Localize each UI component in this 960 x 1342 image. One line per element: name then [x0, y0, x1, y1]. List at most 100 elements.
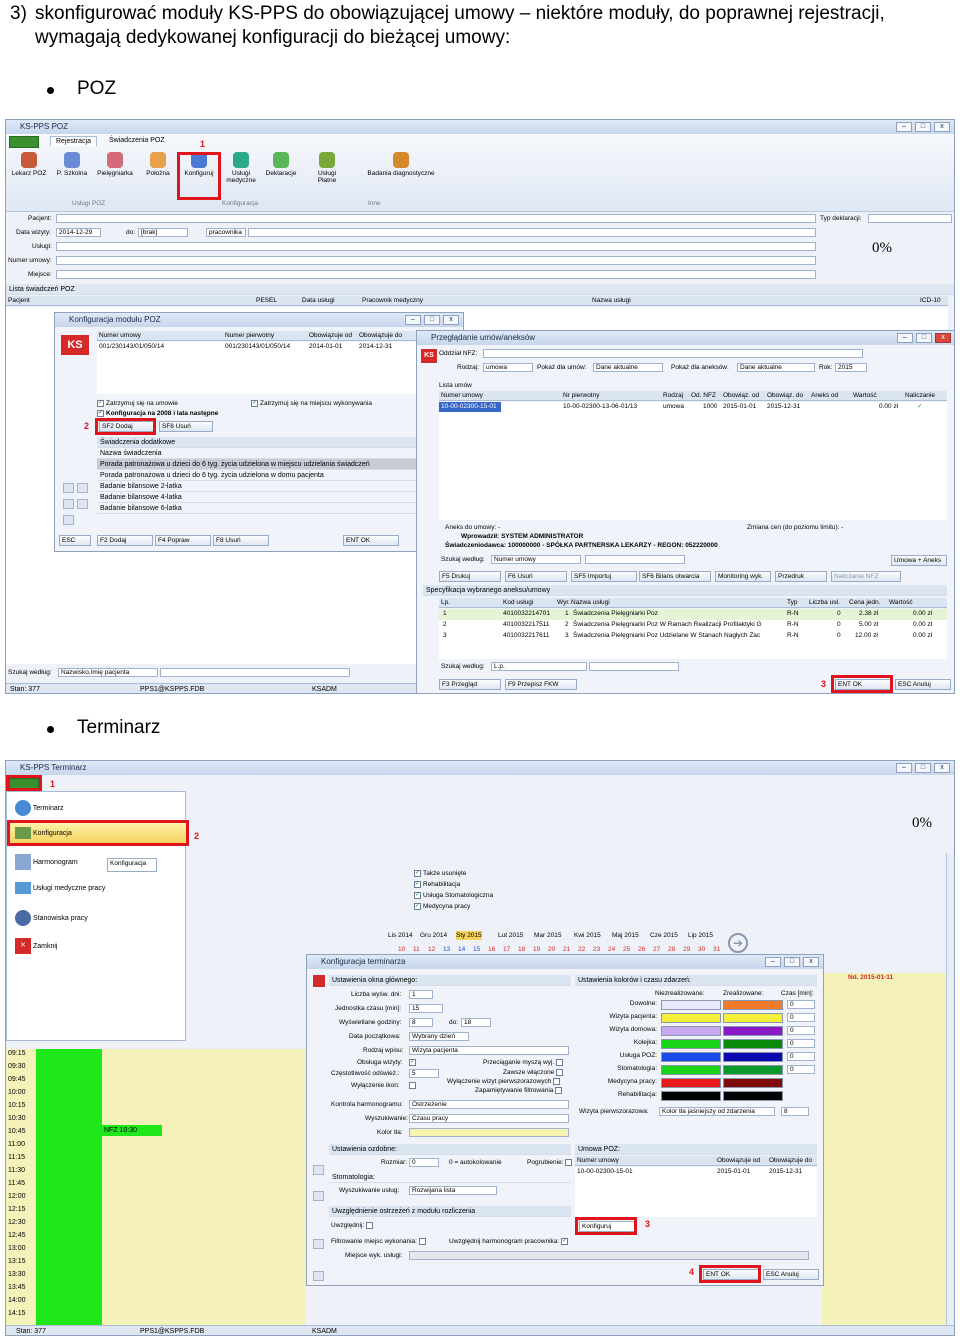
tab-rejestracja[interactable]: Rejestracja [50, 136, 98, 146]
f4-edit-button[interactable]: F4 Popraw [155, 535, 211, 546]
color-swatch-realized[interactable] [723, 1000, 783, 1010]
search-by-select[interactable]: Nazwisko,Imię pacjenta [58, 668, 158, 677]
pokaz-umow-select[interactable]: Dane aktualne [593, 363, 663, 372]
help-icon[interactable] [77, 499, 88, 509]
day-cell[interactable]: 24 [608, 945, 615, 954]
color-swatch-realized[interactable] [723, 1039, 783, 1049]
f9-copy-button[interactable]: F9 Przepisz FKW [505, 679, 577, 690]
monitoring-button[interactable]: Monitoring wyk. [715, 571, 771, 582]
dni-stepper[interactable]: 1 [409, 990, 433, 999]
color-swatch-unrealized[interactable] [661, 1000, 721, 1010]
day-cell[interactable]: 21 [563, 945, 570, 954]
side-tool-icon[interactable] [63, 483, 74, 493]
menu-harmonogram[interactable]: Harmonogram [15, 854, 78, 870]
filtr-checkbox[interactable]: Filtrowanie miejsc wykonania: [331, 1237, 428, 1246]
day-cell[interactable]: 31 [713, 945, 720, 954]
app-menu-button[interactable] [9, 136, 39, 148]
cancel-button[interactable]: ESC Anuluj [763, 1269, 819, 1280]
close-button[interactable]: x [934, 763, 950, 773]
uwzgl-harm-checkbox[interactable]: Uwzględnij harmonogram pracownika: ✓ [449, 1237, 570, 1246]
day-cell[interactable]: 16 [488, 945, 495, 954]
month-tab[interactable]: Mar 2015 [534, 931, 561, 940]
minimize-button[interactable]: – [765, 957, 781, 967]
day-cell[interactable]: 19 [533, 945, 540, 954]
time-stepper[interactable]: 0 [787, 1039, 815, 1048]
minimize-button[interactable]: – [897, 333, 913, 343]
time-stepper[interactable]: 0 [787, 1013, 815, 1022]
color-swatch-unrealized[interactable] [661, 1026, 721, 1036]
nfz-event[interactable]: NFZ 10:30 [102, 1125, 162, 1136]
chk-wylacz-wizyt[interactable]: Wyłączenie wizyt pierwszorazowych [447, 1077, 562, 1086]
badania-button[interactable]: Badania diagnostyczne [356, 152, 446, 177]
day-cell[interactable]: 14 [458, 945, 465, 954]
month-tab[interactable]: Lut 2015 [498, 931, 523, 940]
f3-browse-button[interactable]: F3 Przegląd [439, 679, 501, 690]
esc-button[interactable]: ESC [59, 535, 91, 546]
service-item[interactable]: Badanie bilansowe 2-latka [97, 481, 459, 492]
wylaczenie-checkbox[interactable] [409, 1081, 418, 1090]
month-tab[interactable]: Kwi 2015 [574, 931, 601, 940]
month-tab[interactable]: Maj 2015 [612, 931, 639, 940]
uslugi-field[interactable] [56, 242, 816, 251]
color-swatch-unrealized[interactable] [661, 1052, 721, 1062]
uwzgledniaj-checkbox[interactable]: Uwzględnij: [331, 1221, 375, 1230]
szukaj-select[interactable]: Numer umowy [491, 555, 581, 564]
color-swatch-unrealized[interactable] [661, 1065, 721, 1075]
cancel-button[interactable]: ESC Anuluj [895, 679, 951, 690]
month-tab[interactable]: Lip 2015 [688, 931, 713, 940]
month-tab[interactable]: Lis 2014 [388, 931, 413, 940]
color-swatch-realized[interactable] [723, 1091, 783, 1101]
close-button[interactable]: x [934, 122, 950, 132]
color-swatch-unrealized[interactable] [661, 1091, 721, 1101]
szukaj-input[interactable] [585, 555, 685, 564]
maximize-button[interactable]: □ [916, 333, 932, 343]
service-item[interactable]: Badanie bilansowe 6-latka [97, 503, 459, 514]
close-icon[interactable] [313, 1271, 324, 1281]
miejsce-field[interactable] [409, 1251, 809, 1260]
chk-rehabilitacja[interactable]: ✓ Rehabilitacja [414, 880, 460, 889]
typ-deklaracji-field[interactable] [868, 214, 952, 223]
kontrola-select[interactable]: Ostrzeżenie [409, 1100, 569, 1109]
rok-stepper[interactable]: 2015 [835, 363, 867, 372]
f8-delete-button[interactable]: F8 Usuń [213, 535, 269, 546]
polozna-button[interactable]: Położna [139, 152, 177, 177]
data-poczatkowa-select[interactable]: Wybrany dzień [409, 1032, 469, 1041]
przedruk-button[interactable]: Przedruk [775, 571, 827, 582]
pracownik-field[interactable]: pracownika [206, 228, 246, 237]
jednostka-select[interactable]: 15 [409, 1004, 443, 1013]
pogrubienie-checkbox[interactable]: Pogrubienie: [527, 1158, 574, 1167]
close-button[interactable]: x [935, 333, 951, 343]
rodzaj-select[interactable]: umowa [483, 363, 533, 372]
ok-button[interactable]: ENT OK [343, 535, 399, 546]
numer-umowy-field[interactable] [56, 256, 816, 265]
chk-zawsze[interactable]: Zawsze włączone [503, 1068, 565, 1077]
day-cell[interactable]: 10 [398, 945, 405, 954]
close-button[interactable]: x [803, 957, 819, 967]
day-cell[interactable]: 25 [623, 945, 630, 954]
day-cell[interactable]: 23 [593, 945, 600, 954]
time-stepper[interactable]: 0 [787, 1052, 815, 1061]
maximize-button[interactable]: □ [424, 315, 440, 325]
menu-uslugi[interactable]: Usługi medyczne pracy [15, 882, 105, 894]
maximize-button[interactable]: □ [915, 122, 931, 132]
pracownik-full-field[interactable] [248, 228, 816, 237]
wyszukiwanie-select[interactable]: Czasu pracy [409, 1114, 569, 1123]
time-stepper[interactable]: 0 [787, 1026, 815, 1035]
rozmiar-stepper[interactable]: 0 [409, 1158, 439, 1167]
chk-konfiguracja-2008[interactable]: ✓ Konfiguracja na 2008 i lata następne [97, 409, 218, 418]
mail-icon[interactable] [63, 515, 74, 525]
chk-usuniete[interactable]: ✓ Także usunięte [414, 869, 466, 878]
table-row[interactable]: 1 4010032214701 1 Świadczenia Pielęgniar… [439, 609, 947, 620]
godziny-to[interactable]: 18 [461, 1018, 491, 1027]
pacjent-field[interactable] [56, 214, 816, 223]
day-cell[interactable]: 12 [428, 945, 435, 954]
day-cell[interactable]: 22 [578, 945, 585, 954]
time-stepper[interactable]: 0 [787, 1000, 815, 1009]
table-row[interactable]: 2 4010032217511 2 Świadczenia Pielęgniar… [439, 620, 947, 631]
color-swatch-realized[interactable] [723, 1013, 783, 1023]
menu-zamknij[interactable]: ✕ Zamknij [15, 938, 57, 954]
day-cell[interactable]: 20 [548, 945, 555, 954]
color-swatch-unrealized[interactable] [661, 1039, 721, 1049]
kolor-jasniejszy-select[interactable]: Kolor tła jaśniejszy od zdarzenia [659, 1107, 775, 1116]
kolor-tla-swatch[interactable] [409, 1128, 569, 1137]
